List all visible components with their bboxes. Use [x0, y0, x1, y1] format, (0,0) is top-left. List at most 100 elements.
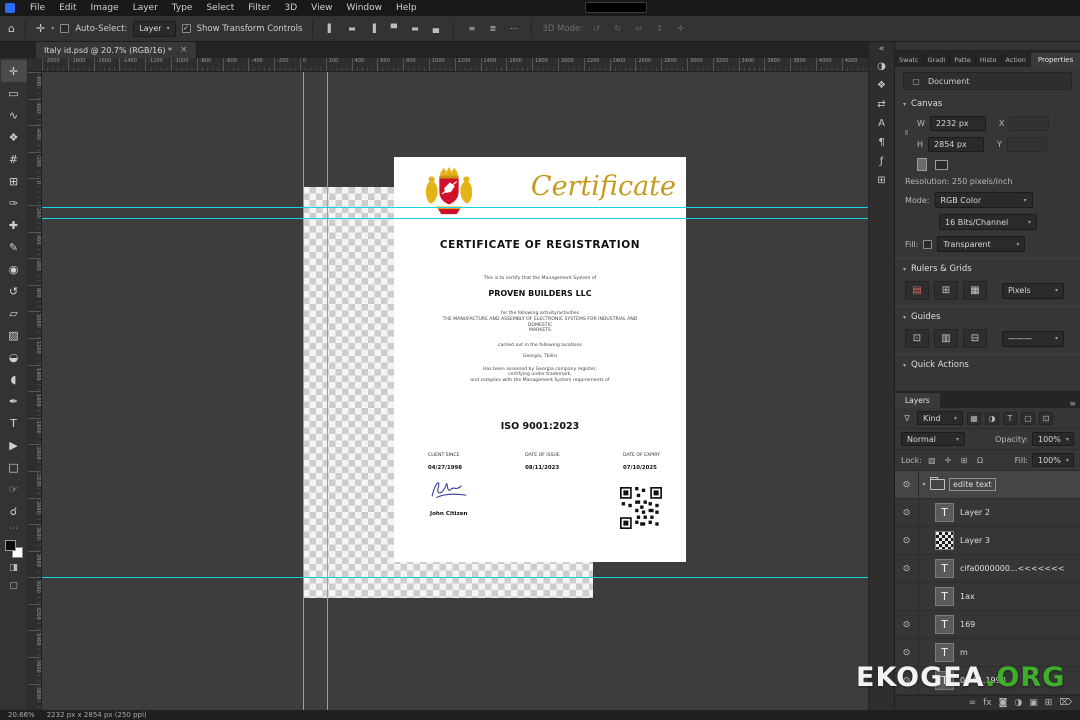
dock-panel-icon[interactable]: ⊞: [871, 171, 893, 190]
tool-button[interactable]: ◉: [1, 258, 27, 280]
tool-button[interactable]: ◖: [1, 368, 27, 390]
menu-item[interactable]: File: [23, 0, 52, 16]
tool-button[interactable]: ✚: [1, 214, 27, 236]
canvas-section-header[interactable]: ▾ Canvas: [895, 94, 1080, 112]
dock-panel-icon[interactable]: A: [871, 114, 893, 133]
layer-thumbnail[interactable]: T: [935, 615, 954, 634]
horizontal-guide[interactable]: [42, 577, 868, 578]
distribute-vertical-icon[interactable]: ≡: [464, 21, 479, 36]
menu-item[interactable]: Image: [84, 0, 126, 16]
lock-transparent-icon[interactable]: ▨: [926, 456, 938, 465]
layer-visibility-toggle[interactable]: ⊙: [895, 611, 919, 638]
layer-row[interactable]: ⊙ ▾ T cifa0000000...<<<<<<<<0 d: [895, 555, 1080, 583]
vertical-ruler[interactable]: -800-600-400-200020040060080010001200140…: [28, 72, 42, 710]
units-select[interactable]: Pixels ▾: [1002, 283, 1064, 299]
horizontal-ruler[interactable]: -2000-1800-1600-1400-1200-1000-800-600-4…: [42, 58, 868, 72]
layer-visibility-toggle[interactable]: ⊙: [895, 583, 919, 610]
layer-thumbnail[interactable]: T: [929, 478, 946, 491]
canvas-fill-select[interactable]: Transparent ▾: [937, 236, 1025, 252]
tool-button[interactable]: ▨: [1, 324, 27, 346]
quick-mask-icon[interactable]: ◨: [1, 559, 27, 577]
fill-opacity-select[interactable]: 100% ▾: [1032, 453, 1074, 467]
tool-button[interactable]: ☌: [1, 500, 27, 522]
horizontal-guide[interactable]: [42, 207, 868, 208]
layer-name[interactable]: 169: [960, 620, 975, 629]
tab-properties[interactable]: Properties: [1031, 53, 1080, 67]
panel-tab[interactable]: Gradi: [924, 53, 951, 67]
layer-thumbnail[interactable]: T: [935, 503, 954, 522]
toggle-grid-button[interactable]: ⊞: [934, 281, 958, 300]
layer-name[interactable]: Layer 2: [960, 508, 990, 517]
move-tool-icon[interactable]: ✛: [36, 22, 45, 35]
vertical-guide[interactable]: [303, 72, 304, 710]
toggle-guides-button[interactable]: ⊡: [905, 329, 929, 348]
layer-thumbnail[interactable]: T: [935, 531, 954, 550]
tool-button[interactable]: ✎: [1, 236, 27, 258]
color-mode-select[interactable]: RGB Color ▾: [935, 192, 1033, 208]
vertical-guide[interactable]: [327, 72, 328, 710]
guide-style-select[interactable]: ——— ▾: [1002, 331, 1064, 347]
adjustment-layer-icon[interactable]: ◑: [1014, 699, 1022, 708]
align-right-icon[interactable]: ▐: [365, 21, 380, 36]
layer-row[interactable]: ⊙ ▾ T 169: [895, 611, 1080, 639]
new-layer-icon[interactable]: ⊞: [1045, 699, 1053, 708]
layer-thumbnail[interactable]: T: [935, 643, 954, 662]
filter-kind-select[interactable]: Kind ▾: [917, 411, 963, 425]
panel-tab[interactable]: Histo: [976, 53, 1002, 67]
layer-thumbnail[interactable]: T: [935, 587, 954, 606]
menubar-search-box[interactable]: [585, 2, 647, 13]
align-left-icon[interactable]: ▌: [323, 21, 338, 36]
tab-layers[interactable]: Layers: [895, 393, 940, 408]
document-tab[interactable]: Italy id.psd @ 20.7% (RGB/16) * ×: [36, 42, 197, 58]
tool-button[interactable]: ▱: [1, 302, 27, 324]
bit-depth-select[interactable]: 16 Bits/Channel ▾: [939, 214, 1037, 230]
layer-name[interactable]: Layer 3: [960, 536, 990, 545]
layer-visibility-toggle[interactable]: ⊙: [895, 527, 919, 554]
menu-item[interactable]: View: [304, 0, 339, 16]
tool-button[interactable]: ⊞: [1, 170, 27, 192]
filter-type-icon[interactable]: T: [1003, 412, 1017, 425]
more-options-icon[interactable]: ⋯: [506, 21, 521, 36]
menu-item[interactable]: Help: [389, 0, 424, 16]
filter-pixel-icon[interactable]: ▦: [967, 412, 981, 425]
layer-name[interactable]: cifa0000000...<<<<<<<<0 d: [960, 564, 1064, 573]
layer-row[interactable]: ⊙ ▾ T 1ax: [895, 583, 1080, 611]
orientation-portrait-button[interactable]: [917, 158, 927, 171]
tool-button[interactable]: T: [1, 412, 27, 434]
tool-button[interactable]: ✛: [1, 60, 27, 82]
horizontal-guide[interactable]: [42, 218, 868, 219]
panel-tab[interactable]: Swatc: [895, 53, 924, 67]
panel-tab[interactable]: Patte: [950, 53, 976, 67]
layer-name[interactable]: m: [960, 648, 968, 657]
tool-button[interactable]: ❖: [1, 126, 27, 148]
layer-row[interactable]: ⊙ ▾ T Layer 2: [895, 499, 1080, 527]
tool-button[interactable]: ▭: [1, 82, 27, 104]
show-transform-checkbox[interactable]: ✓: [182, 24, 191, 33]
align-bottom-icon[interactable]: ▄: [428, 21, 443, 36]
layer-name[interactable]: edite text: [950, 479, 995, 490]
tool-button[interactable]: ☞: [1, 478, 27, 500]
layer-name[interactable]: 1ax: [960, 592, 975, 601]
layer-row[interactable]: ⊙ ▾ T edite text: [895, 471, 1080, 499]
fill-swatch[interactable]: [923, 240, 932, 249]
close-icon[interactable]: ×: [180, 45, 188, 55]
quick-actions-section-header[interactable]: ▾ Quick Actions: [895, 354, 1080, 373]
lock-artboard-icon[interactable]: ⊞: [958, 456, 970, 465]
filter-shape-icon[interactable]: ▢: [1021, 412, 1035, 425]
delete-layer-icon[interactable]: ⌦: [1059, 699, 1072, 708]
lock-position-icon[interactable]: ✛: [942, 456, 954, 465]
tool-button[interactable]: ◒: [1, 346, 27, 368]
toggle-pixel-grid-button[interactable]: ▦: [963, 281, 987, 300]
rulers-grids-section-header[interactable]: ▾ Rulers & Grids: [895, 258, 1080, 277]
zoom-level-field[interactable]: 20.66%: [8, 711, 35, 719]
dock-panel-icon[interactable]: ¶: [871, 133, 893, 152]
foreground-color-swatch[interactable]: [5, 540, 16, 551]
guides-section-header[interactable]: ▾ Guides: [895, 306, 1080, 325]
orientation-landscape-button[interactable]: [935, 160, 948, 170]
opacity-select[interactable]: 100% ▾: [1032, 432, 1074, 446]
lock-guides-button[interactable]: ▥: [934, 329, 958, 348]
dock-panel-icon[interactable]: ◑: [871, 57, 893, 76]
layer-style-icon[interactable]: fx: [983, 699, 992, 708]
auto-select-checkbox[interactable]: [60, 24, 69, 33]
tool-button[interactable]: ∿: [1, 104, 27, 126]
